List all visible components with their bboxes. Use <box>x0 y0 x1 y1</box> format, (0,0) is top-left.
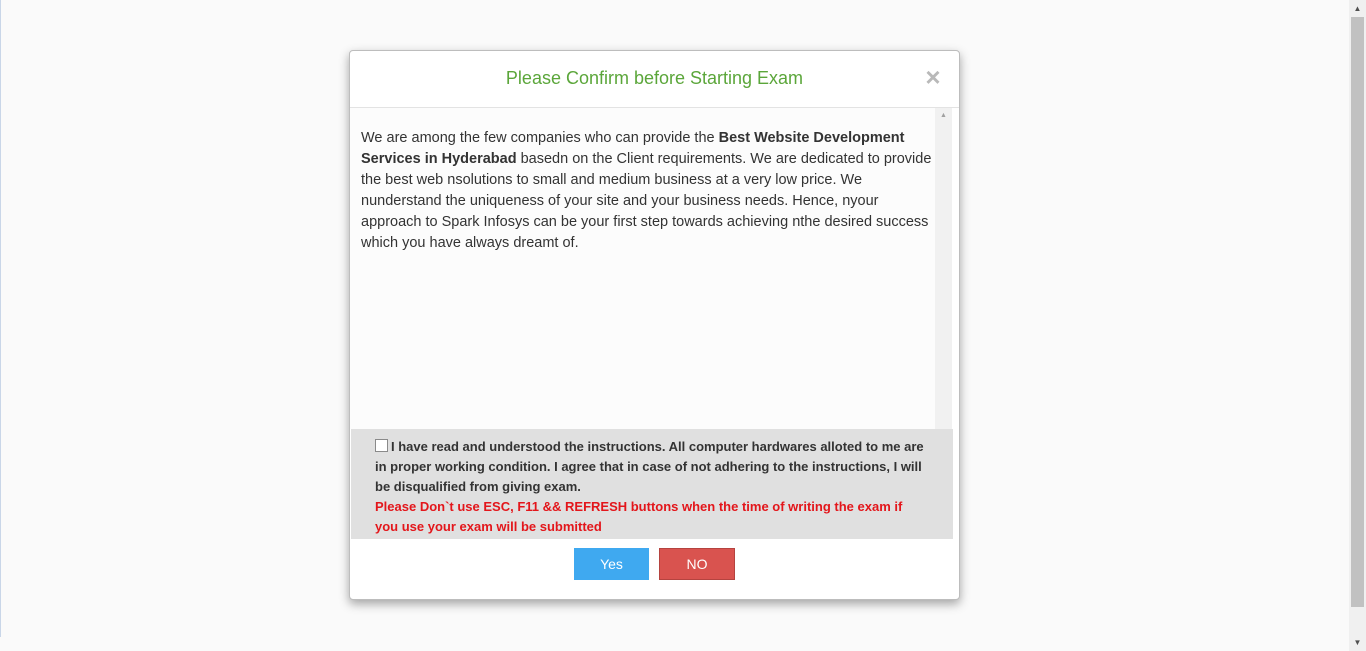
agreement-text: I have read and understood the instructi… <box>375 439 924 494</box>
modal-title: Please Confirm before Starting Exam <box>505 68 804 88</box>
scroll-down-arrow-icon[interactable]: ▼ <box>1349 634 1366 651</box>
agree-checkbox[interactable] <box>375 439 388 452</box>
warning-text: Please Don`t use ESC, F11 && REFRESH but… <box>375 499 903 534</box>
confirm-exam-modal: Please Confirm before Starting Exam × We… <box>349 50 960 600</box>
window-scrollbar[interactable]: ▲ ▼ <box>1349 0 1366 651</box>
instructions-text: We are among the few companies who can p… <box>361 128 933 254</box>
yes-button[interactable]: Yes <box>574 548 649 580</box>
agreement-line: I have read and understood the instructi… <box>375 437 929 497</box>
left-border <box>0 0 1 637</box>
scroll-up-arrow-icon[interactable]: ▲ <box>935 112 952 119</box>
modal-header: Please Confirm before Starting Exam × <box>350 51 959 108</box>
no-button[interactable]: NO <box>659 548 735 580</box>
scroll-up-arrow-icon[interactable]: ▲ <box>1349 0 1366 17</box>
agreement-box: I have read and understood the instructi… <box>351 429 953 539</box>
instructions-intro: We are among the few companies who can p… <box>361 130 719 146</box>
body-scrollbar[interactable]: ▲ <box>935 108 952 429</box>
close-icon[interactable]: × <box>923 64 943 90</box>
scrollbar-thumb[interactable] <box>1351 17 1364 607</box>
page: ▲ ▼ Please Confirm before Starting Exam … <box>0 0 1366 651</box>
instructions-body[interactable]: We are among the few companies who can p… <box>350 108 935 429</box>
